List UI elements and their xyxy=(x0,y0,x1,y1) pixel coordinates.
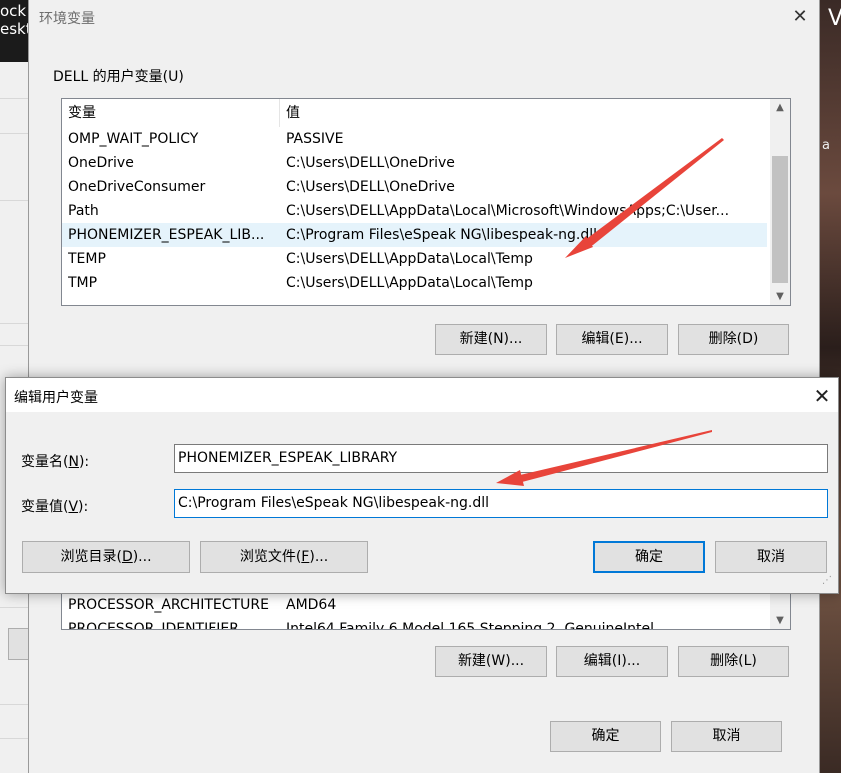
variable-value: AMD64 xyxy=(286,597,337,613)
variable-name-input[interactable]: PHONEMIZER_ESPEAK_LIBRARY xyxy=(174,444,828,473)
list-item[interactable]: OMP_WAIT_POLICY PASSIVE xyxy=(62,127,767,151)
list-item[interactable]: TEMP C:\Users\DELL\AppData\Local\Temp xyxy=(62,247,767,271)
system-variables-list[interactable]: PROCESSOR_ARCHITECTURE AMD64 PROCESSOR_I… xyxy=(61,590,791,630)
system-delete-button[interactable]: 删除(L) xyxy=(678,646,789,677)
list-item[interactable]: Path C:\Users\DELL\AppData\Local\Microso… xyxy=(62,199,767,223)
scroll-up-icon[interactable]: ▲ xyxy=(770,99,790,116)
divider xyxy=(0,607,28,608)
variable-name: TEMP xyxy=(68,251,106,267)
user-variables-group-label: DELL 的用户变量(U) xyxy=(53,69,184,85)
divider xyxy=(0,704,28,705)
variable-value: C:\Users\DELL\AppData\Local\Microsoft\Wi… xyxy=(286,203,730,219)
cancel-button[interactable]: 取消 xyxy=(671,721,782,752)
variable-value: C:\Users\DELL\OneDrive xyxy=(286,179,455,195)
variable-name: OneDrive xyxy=(68,155,134,171)
user-delete-button[interactable]: 删除(D) xyxy=(678,324,789,355)
edit-user-variable-dialog: 编辑用户变量 ✕ 变量名(N): PHONEMIZER_ESPEAK_LIBRA… xyxy=(5,377,839,594)
vertical-scrollbar[interactable]: ▼ xyxy=(770,591,790,629)
ok-button[interactable]: 确定 xyxy=(550,721,661,752)
variable-value: C:\Users\DELL\AppData\Local\Temp xyxy=(286,251,533,267)
scroll-down-icon[interactable]: ▼ xyxy=(770,612,790,629)
column-header-variable[interactable]: 变量 xyxy=(62,99,280,127)
dialog-ok-button[interactable]: 确定 xyxy=(593,541,705,573)
browse-file-button[interactable]: 浏览文件(F)... xyxy=(200,541,368,573)
desktop-text: V xyxy=(828,6,841,31)
desktop-text: a xyxy=(822,138,830,153)
variable-name: OneDriveConsumer xyxy=(68,179,206,195)
variable-name: Path xyxy=(68,203,99,219)
close-icon[interactable]: ✕ xyxy=(789,6,811,28)
user-variables-list[interactable]: 变量 值 OMP_WAIT_POLICY PASSIVE OneDrive C:… xyxy=(61,98,791,306)
system-new-button[interactable]: 新建(W)... xyxy=(435,646,547,677)
dialog-title: 编辑用户变量 xyxy=(14,390,98,406)
dialog-cancel-button[interactable]: 取消 xyxy=(715,541,827,573)
user-edit-button[interactable]: 编辑(E)... xyxy=(556,324,668,355)
variable-name: PHONEMIZER_ESPEAK_LIB... xyxy=(68,227,265,243)
divider xyxy=(0,323,28,324)
desktop-window-fragment: ock eskt xyxy=(0,0,28,62)
browse-directory-button[interactable]: 浏览目录(D)... xyxy=(22,541,190,573)
list-item[interactable]: PROCESSOR_ARCHITECTURE AMD64 xyxy=(62,593,767,617)
variable-value: C:\Users\DELL\AppData\Local\Temp xyxy=(286,275,533,291)
divider xyxy=(0,738,28,739)
list-item-selected[interactable]: PHONEMIZER_ESPEAK_LIB... C:\Program File… xyxy=(62,223,767,247)
variable-name: PROCESSOR_ARCHITECTURE xyxy=(68,597,269,613)
scroll-thumb[interactable] xyxy=(772,156,788,283)
user-new-button[interactable]: 新建(N)... xyxy=(435,324,547,355)
variable-value-input[interactable]: C:\Program Files\eSpeak NG\libespeak-ng.… xyxy=(174,489,828,518)
divider xyxy=(0,98,28,99)
column-header-value[interactable]: 值 xyxy=(280,99,766,127)
list-item[interactable]: OneDrive C:\Users\DELL\OneDrive xyxy=(62,151,767,175)
scroll-down-icon[interactable]: ▼ xyxy=(770,288,790,305)
variable-name-label: 变量名(N): xyxy=(21,454,90,470)
divider xyxy=(0,133,28,134)
resize-grip-icon[interactable]: ⋰ xyxy=(822,575,832,586)
list-item[interactable]: PROCESSOR_IDENTIFIER Intel64 Family 6 Mo… xyxy=(62,617,767,630)
variable-value: C:\Program Files\eSpeak NG\libespeak-ng.… xyxy=(286,227,598,243)
close-icon[interactable]: ✕ xyxy=(811,384,833,408)
variable-name: TMP xyxy=(68,275,98,291)
variable-value: C:\Users\DELL\OneDrive xyxy=(286,155,455,171)
variable-value-label: 变量值(V): xyxy=(21,499,89,515)
divider xyxy=(0,200,28,201)
dialog-titlebar: 编辑用户变量 ✕ xyxy=(6,378,838,412)
variable-name: OMP_WAIT_POLICY xyxy=(68,131,199,147)
system-edit-button[interactable]: 编辑(I)... xyxy=(556,646,668,677)
window-title: 环境变量 xyxy=(39,11,95,27)
variable-value: Intel64 Family 6 Model 165 Stepping 2, G… xyxy=(286,621,655,630)
list-item[interactable]: TMP C:\Users\DELL\AppData\Local\Temp xyxy=(62,271,767,295)
vertical-scrollbar[interactable]: ▲ ▼ xyxy=(770,99,790,305)
background-button xyxy=(8,628,30,660)
list-item[interactable]: OneDriveConsumer C:\Users\DELL\OneDrive xyxy=(62,175,767,199)
variable-name: PROCESSOR_IDENTIFIER xyxy=(68,621,239,630)
divider xyxy=(0,345,28,346)
variable-value: PASSIVE xyxy=(286,131,344,147)
